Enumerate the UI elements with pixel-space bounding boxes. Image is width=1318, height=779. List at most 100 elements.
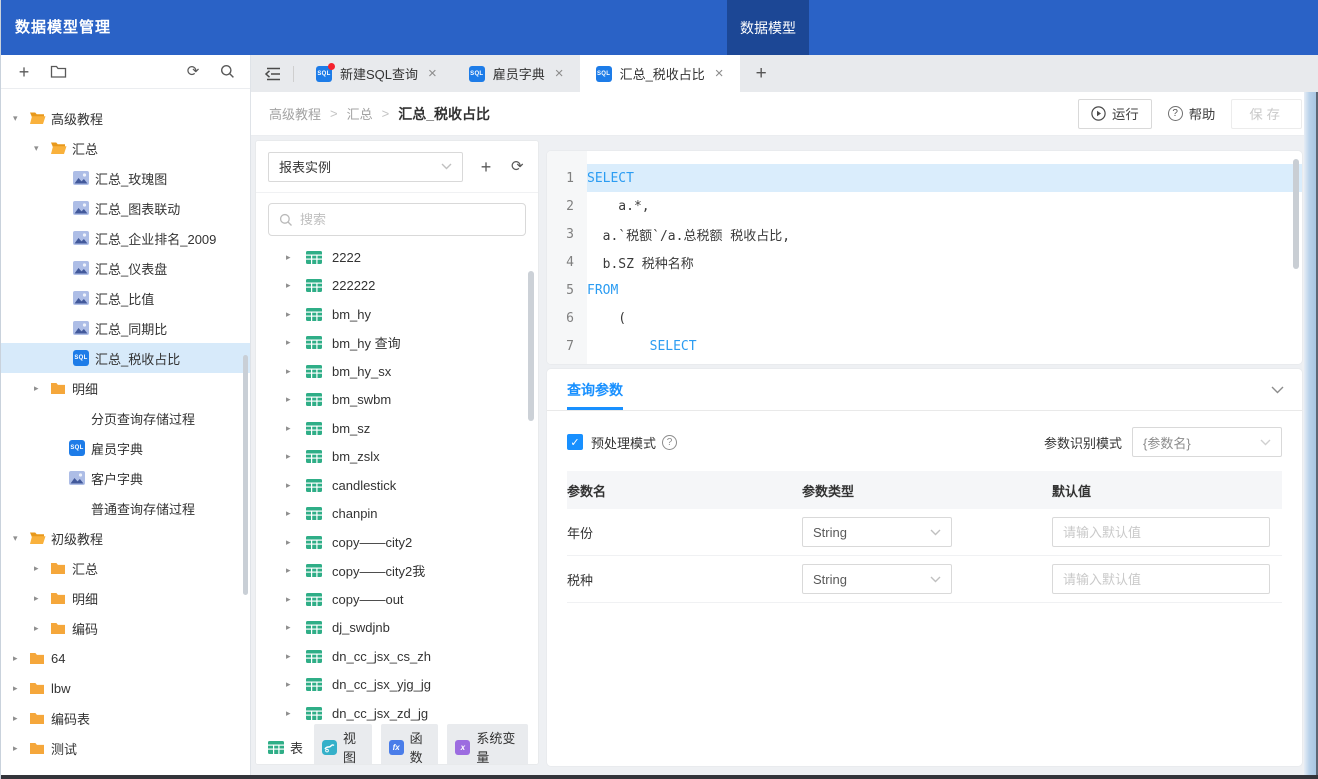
tree-item[interactable]: 汇总_玫瑰图 (1, 163, 250, 193)
caret-right-icon[interactable]: ▸ (286, 451, 306, 462)
tree-item[interactable]: ▾初级教程 (1, 523, 250, 553)
code-line[interactable]: 4 b.SZ 税种名称 (547, 248, 1302, 276)
table-list-scrollbar[interactable] (528, 271, 534, 421)
refresh-tables-icon[interactable]: ⟳ (509, 158, 526, 176)
param-type-select[interactable]: String (802, 517, 952, 547)
tree-item[interactable]: 汇总_企业排名_2009 (1, 223, 250, 253)
tree-item[interactable]: 普通查询存储过程 (1, 493, 250, 523)
table-list-item[interactable]: ▸bm_hy (256, 300, 538, 329)
tree-item[interactable]: 汇总_仪表盘 (1, 253, 250, 283)
default-value-input[interactable] (1063, 572, 1259, 587)
table-list-item[interactable]: ▸bm_swbm (256, 386, 538, 415)
caret-right-icon[interactable]: ▸ (286, 651, 306, 662)
table-list-item[interactable]: ▸bm_hy 查询 (256, 329, 538, 358)
table-list-item[interactable]: ▸dn_cc_jsx_yjg_jg (256, 671, 538, 700)
tree-item[interactable]: 汇总_图表联动 (1, 193, 250, 223)
preprocess-checkbox[interactable]: ✓ (567, 434, 583, 450)
tree-item[interactable]: ▸编码表 (1, 703, 250, 733)
tree-item[interactable]: 分页查询存储过程 (1, 403, 250, 433)
report-instance-select[interactable]: 报表实例 (268, 152, 463, 182)
caret-right-icon[interactable]: ▸ (286, 508, 306, 519)
table-list-item[interactable]: ▸dj_swdjnb (256, 614, 538, 643)
help-button[interactable]: ? 帮助 (1166, 99, 1218, 129)
caret-right-icon[interactable]: ▸ (286, 309, 306, 320)
code-line[interactable]: 1SELECT (547, 164, 1302, 192)
document-tab[interactable]: SQL雇员字典× (453, 55, 580, 92)
caret-right-icon[interactable]: ▸ (286, 423, 306, 434)
document-tab[interactable]: SQL新建SQL查询× (300, 55, 453, 92)
caret-down-icon[interactable]: ▾ (13, 113, 29, 124)
close-tab-icon[interactable]: × (715, 65, 724, 82)
caret-right-icon[interactable]: ▸ (286, 565, 306, 576)
explorer-tab-fx[interactable]: fx函数 (381, 724, 439, 765)
refresh-icon[interactable]: ⟳ (184, 63, 202, 81)
table-list-item[interactable]: ▸candlestick (256, 471, 538, 500)
table-list-item[interactable]: ▸copy——out (256, 585, 538, 614)
table-list-item[interactable]: ▸copy——city2我 (256, 557, 538, 586)
tree-item[interactable]: ▸lbw (1, 673, 250, 703)
caret-right-icon[interactable]: ▸ (286, 252, 306, 263)
default-value-input[interactable] (1063, 525, 1259, 540)
table-list-item[interactable]: ▸2222 (256, 243, 538, 272)
code-line[interactable]: 3 a.`税额`/a.总税额 税收占比, (547, 220, 1302, 248)
table-list-item[interactable]: ▸copy——city2 (256, 528, 538, 557)
breadcrumb-item[interactable]: 高级教程 (269, 104, 321, 123)
explorer-tab-view[interactable]: 视图 (314, 724, 372, 765)
caret-right-icon[interactable]: ▸ (286, 622, 306, 633)
caret-right-icon[interactable]: ▸ (286, 679, 306, 690)
code-line[interactable]: 5FROM (547, 276, 1302, 304)
tree-item[interactable]: SQL雇员字典 (1, 433, 250, 463)
close-tab-icon[interactable]: × (428, 65, 437, 82)
explorer-tab-var[interactable]: x系统变量 (447, 724, 528, 765)
table-list-item[interactable]: ▸bm_hy_sx (256, 357, 538, 386)
param-type-select[interactable]: String (802, 564, 952, 594)
tree-item[interactable]: ▸测试 (1, 733, 250, 763)
caret-right-icon[interactable]: ▸ (34, 563, 50, 574)
new-folder-icon[interactable] (49, 63, 67, 81)
caret-right-icon[interactable]: ▸ (13, 683, 29, 694)
close-tab-icon[interactable]: × (555, 65, 564, 82)
code-line[interactable]: 2 a.*, (547, 192, 1302, 220)
editor-scrollbar[interactable] (1293, 159, 1299, 269)
caret-right-icon[interactable]: ▸ (34, 383, 50, 394)
caret-right-icon[interactable]: ▸ (34, 593, 50, 604)
caret-down-icon[interactable]: ▾ (34, 143, 50, 154)
breadcrumb-item[interactable]: 汇总 (347, 104, 373, 123)
collapse-panel-icon[interactable] (1271, 386, 1284, 394)
search-icon[interactable] (218, 63, 236, 81)
tree-item[interactable]: 客户字典 (1, 463, 250, 493)
tree-item[interactable]: 汇总_同期比 (1, 313, 250, 343)
code-line[interactable]: 6 ( (547, 304, 1302, 332)
tree-item[interactable]: ▾高级教程 (1, 103, 250, 133)
tab-query-params[interactable]: 查询参数 (567, 369, 623, 410)
tree-item[interactable]: ▸64 (1, 643, 250, 673)
nav-tab-data-model[interactable]: 数据模型 (727, 0, 809, 55)
sidebar-scrollbar[interactable] (243, 355, 248, 595)
explorer-tab-table[interactable]: 表 (266, 734, 305, 761)
sql-editor[interactable]: 1SELECT2 a.*,3 a.`税额`/a.总税额 税收占比,4 b.SZ … (546, 150, 1303, 365)
document-tab[interactable]: SQL汇总_税收占比× (580, 55, 740, 92)
caret-right-icon[interactable]: ▸ (286, 394, 306, 405)
caret-down-icon[interactable]: ▾ (13, 533, 29, 544)
new-tab-button[interactable]: + (740, 55, 783, 92)
param-mode-select[interactable]: {参数名} (1132, 427, 1282, 457)
table-list-item[interactable]: ▸chanpin (256, 500, 538, 529)
table-list-item[interactable]: ▸bm_sz (256, 414, 538, 443)
caret-right-icon[interactable]: ▸ (286, 537, 306, 548)
add-instance-icon[interactable]: + (477, 158, 494, 176)
table-list-item[interactable]: ▸dn_cc_jsx_cs_zh (256, 642, 538, 671)
tree-item[interactable]: SQL汇总_税收占比 (1, 343, 250, 373)
tree-item[interactable]: ▸明细 (1, 373, 250, 403)
caret-right-icon[interactable]: ▸ (13, 713, 29, 724)
caret-right-icon[interactable]: ▸ (34, 623, 50, 634)
save-button[interactable]: 保存 (1231, 99, 1302, 129)
table-list-item[interactable]: ▸222222 (256, 272, 538, 301)
collapse-sidebar-icon[interactable] (263, 65, 283, 83)
caret-right-icon[interactable]: ▸ (286, 366, 306, 377)
tree-item[interactable]: ▸编码 (1, 613, 250, 643)
caret-right-icon[interactable]: ▸ (13, 743, 29, 754)
caret-right-icon[interactable]: ▸ (286, 280, 306, 291)
code-line[interactable]: 7 SELECT (547, 332, 1302, 360)
tree-item[interactable]: 汇总_比值 (1, 283, 250, 313)
caret-right-icon[interactable]: ▸ (286, 708, 306, 719)
